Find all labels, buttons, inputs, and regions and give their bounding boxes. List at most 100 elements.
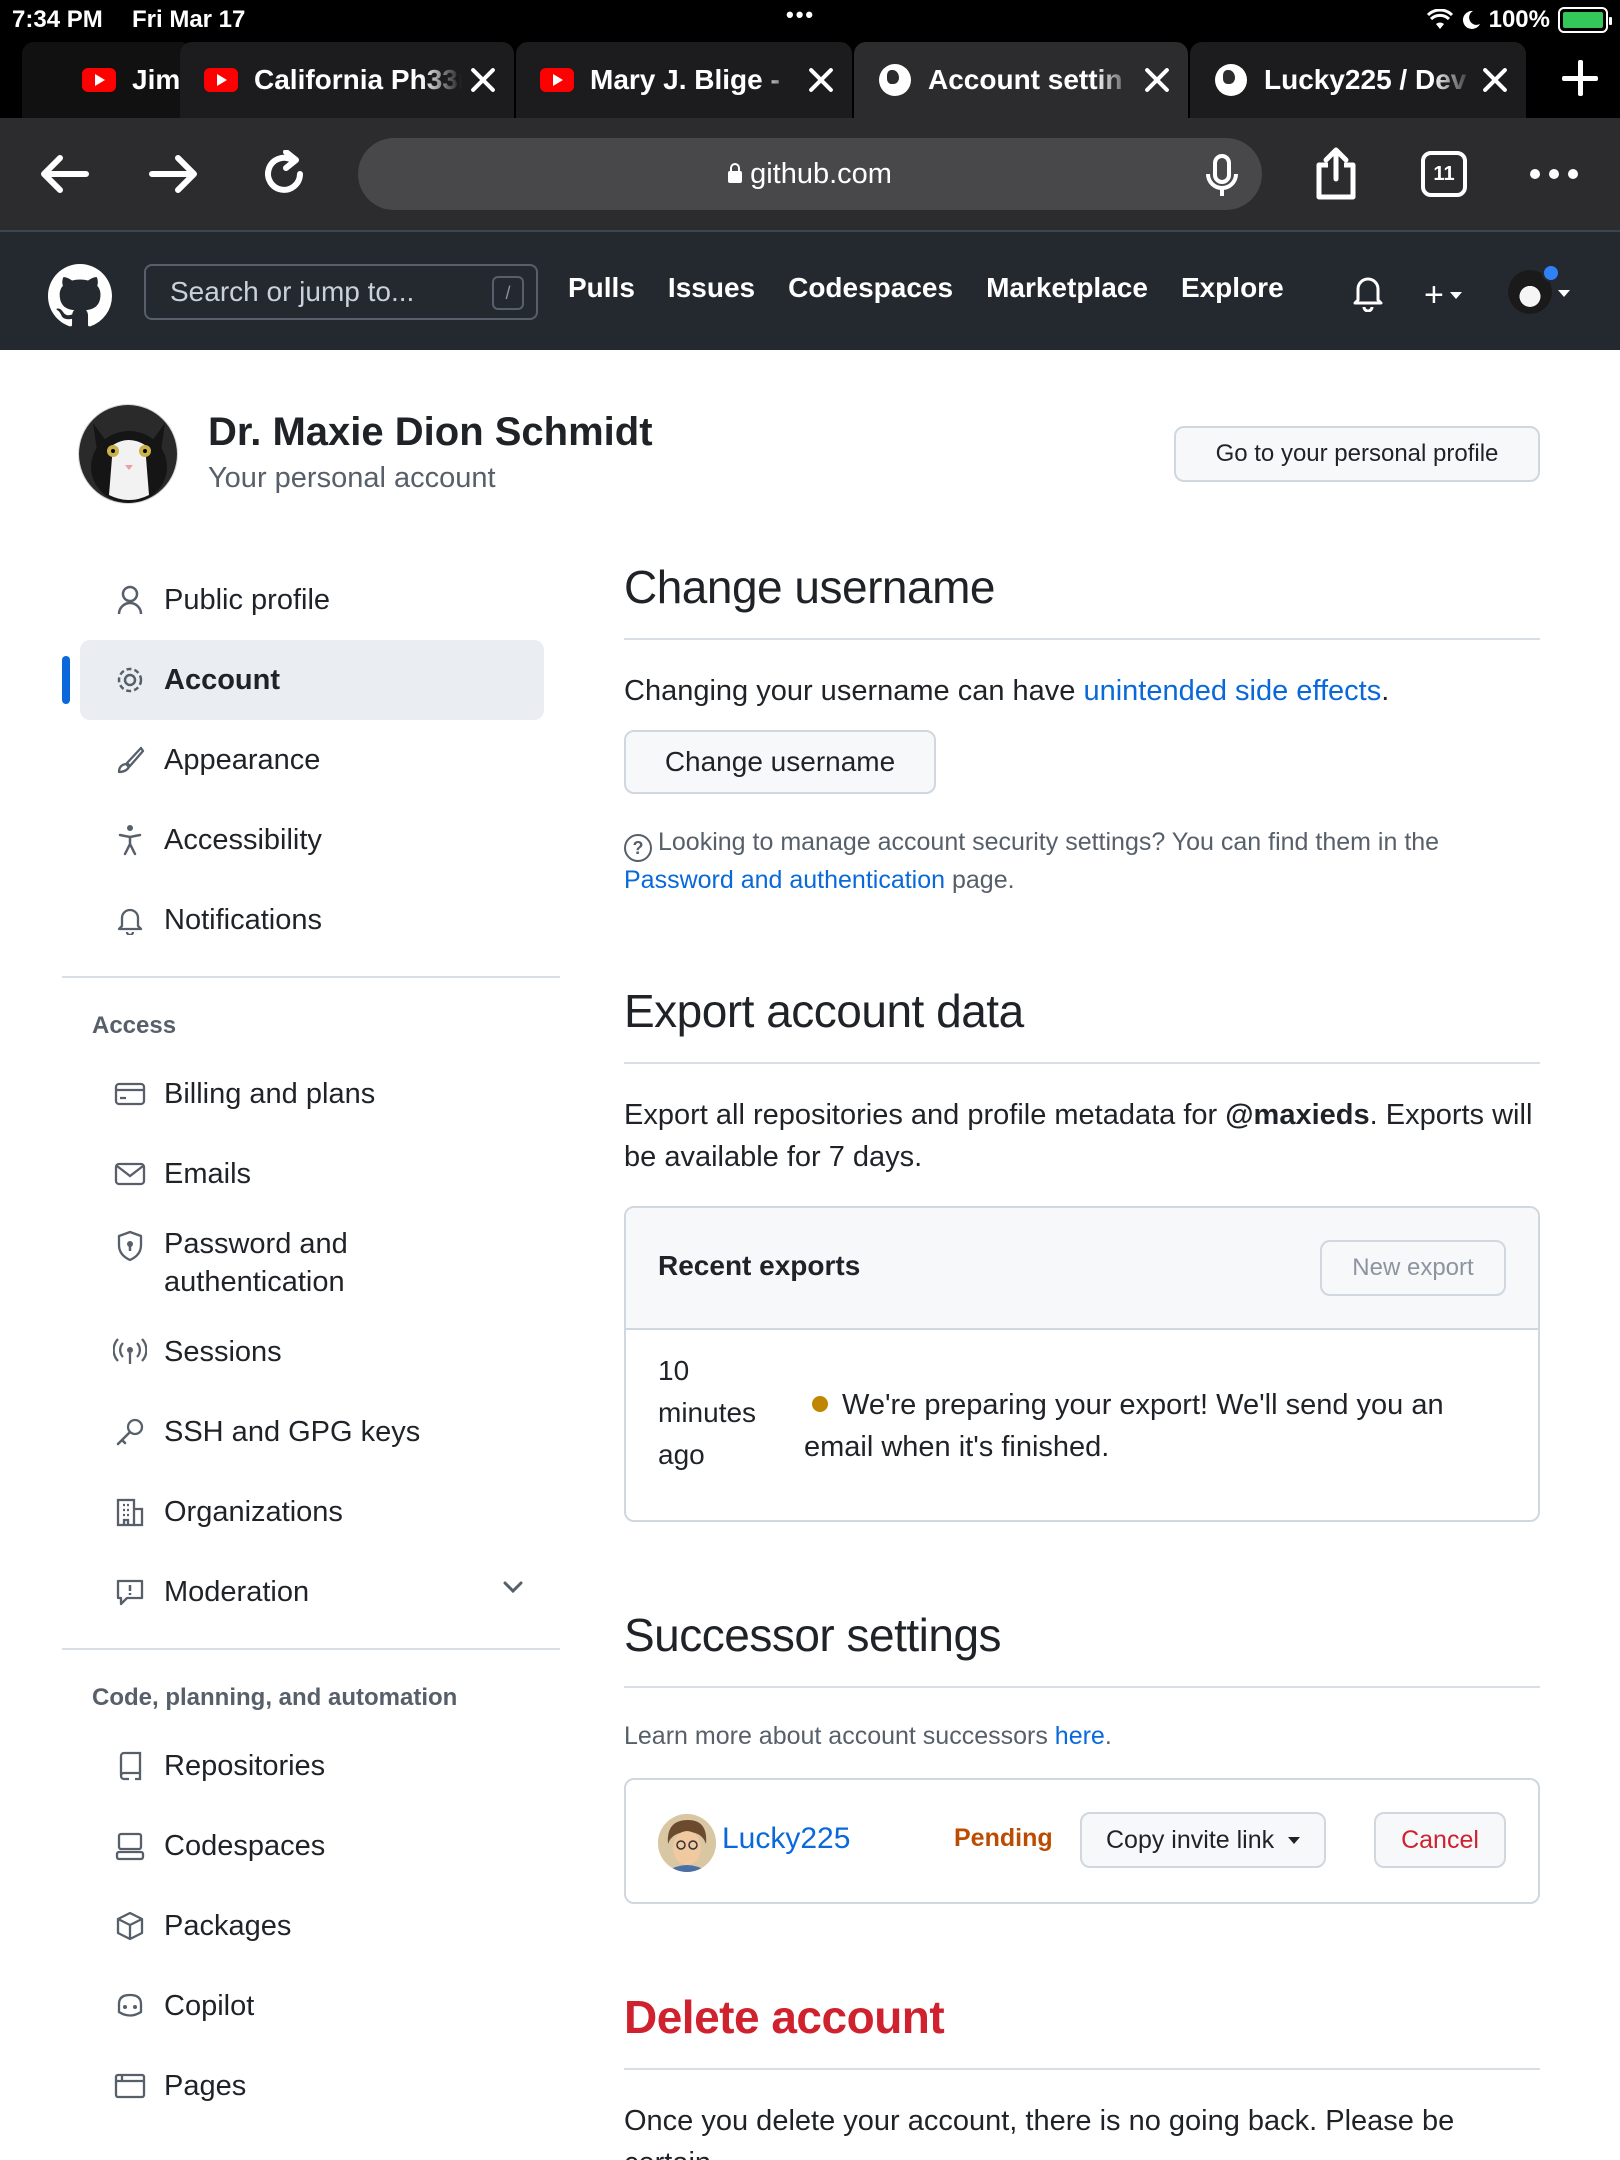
- status-bar: 7:34 PM Fri Mar 17 ••• 100%: [0, 0, 1620, 40]
- battery-percent: 100%: [1488, 6, 1550, 33]
- wifi-icon: [1426, 9, 1453, 29]
- multitasking-dots-icon[interactable]: •••: [786, 2, 815, 28]
- text: .: [1381, 675, 1390, 707]
- sidebar-item-account[interactable]: Account: [62, 640, 544, 720]
- pending-badge: Pending: [954, 1824, 1053, 1852]
- sidebar-item-ssh-gpg[interactable]: SSH and GPG keys: [80, 1392, 544, 1472]
- successor-avatar: [658, 1814, 716, 1872]
- successor-box: Lucky225 Pending Copy invite link Cancel: [624, 1778, 1540, 1904]
- package-icon: [112, 1908, 148, 1944]
- share-icon[interactable]: [1308, 146, 1364, 202]
- credit-card-icon: [112, 1076, 148, 1112]
- chevron-down-icon[interactable]: [1558, 290, 1570, 297]
- browser-tab-active[interactable]: Account settin: [854, 42, 1188, 118]
- new-tab-icon[interactable]: [1558, 56, 1602, 100]
- back-icon[interactable]: [36, 146, 92, 202]
- close-tab-icon[interactable]: [462, 60, 502, 100]
- sidebar-item-codespaces[interactable]: Codespaces: [80, 1806, 544, 1886]
- sidebar-item-password[interactable]: Password and authentication: [80, 1214, 544, 1312]
- organization-icon: [112, 1494, 148, 1530]
- nav-pulls[interactable]: Pulls: [568, 272, 635, 304]
- chevron-down-icon[interactable]: [502, 1580, 524, 1594]
- user-avatar[interactable]: [1508, 264, 1560, 314]
- paintbrush-icon: [112, 742, 148, 778]
- cancel-successor-button[interactable]: Cancel: [1374, 1812, 1506, 1868]
- tab-count: 11: [1421, 151, 1467, 197]
- browser-tab[interactable]: Lucky225 / Dev: [1190, 42, 1526, 118]
- youtube-icon: [540, 68, 574, 92]
- browser-tab[interactable]: California Ph33r: [180, 42, 514, 118]
- shield-lock-icon: [112, 1228, 148, 1264]
- status-time: 7:34 PM: [12, 6, 103, 33]
- sidebar-item-sessions[interactable]: Sessions: [80, 1312, 544, 1392]
- close-tab-icon[interactable]: [1136, 60, 1176, 100]
- successor-username-link[interactable]: Lucky225: [722, 1822, 850, 1856]
- section-title: Successor settings: [624, 1608, 1540, 1688]
- successor-text: Learn more about account successors here…: [624, 1718, 1540, 1754]
- personal-profile-button[interactable]: Go to your personal profile: [1174, 426, 1540, 482]
- address-bar[interactable]: github.com: [358, 138, 1262, 210]
- export-section: Export account data Export all repositor…: [624, 984, 1540, 1522]
- box-title: Recent exports: [658, 1250, 861, 1281]
- sidebar-item-pages[interactable]: Pages: [80, 2046, 544, 2126]
- person-icon: [112, 582, 148, 618]
- tab-label: Mary J. Blige -: [590, 64, 780, 95]
- microphone-icon[interactable]: [1202, 154, 1242, 198]
- key-icon: [112, 1414, 148, 1450]
- status-date: Fri Mar 17: [132, 6, 246, 33]
- forward-icon[interactable]: [146, 146, 202, 202]
- sidebar-item-label: Repositories: [164, 1749, 326, 1782]
- text: We're preparing your export! We'll send …: [804, 1389, 1444, 1463]
- bell-icon[interactable]: [1350, 272, 1386, 312]
- sidebar-item-public-profile[interactable]: Public profile: [80, 560, 544, 640]
- text: page.: [945, 866, 1015, 894]
- close-tab-icon[interactable]: [1474, 60, 1514, 100]
- sidebar-divider: [62, 1648, 560, 1650]
- sidebar-item-accessibility[interactable]: Accessibility: [80, 800, 544, 880]
- password-auth-link[interactable]: Password and authentication: [624, 866, 945, 894]
- more-icon[interactable]: [1526, 146, 1582, 202]
- user-handle: @maxieds: [1225, 1099, 1370, 1131]
- export-text: Export all repositories and profile meta…: [624, 1094, 1540, 1178]
- copy-invite-link-button[interactable]: Copy invite link: [1080, 1812, 1327, 1868]
- pending-dot-icon: [812, 1396, 828, 1412]
- successor-row: Lucky225 Pending Copy invite link Cancel: [626, 1780, 1538, 1902]
- create-new-button[interactable]: +: [1424, 276, 1462, 315]
- youtube-icon: [82, 68, 116, 92]
- nav-explore[interactable]: Explore: [1181, 272, 1284, 304]
- sidebar-item-label: Copilot: [164, 1989, 255, 2022]
- side-effects-link[interactable]: unintended side effects: [1083, 675, 1381, 707]
- sidebar-item-repositories[interactable]: Repositories: [80, 1726, 544, 1806]
- browser-tab[interactable]: Jim: [22, 42, 192, 118]
- export-status: We're preparing your export! We'll send …: [804, 1384, 1504, 1468]
- youtube-icon: [204, 68, 238, 92]
- sidebar-item-label: Organizations: [164, 1495, 343, 1528]
- sidebar-item-label: Billing and plans: [164, 1077, 376, 1110]
- sidebar-item-label: Password and authentication: [164, 1228, 348, 1298]
- close-tab-icon[interactable]: [800, 60, 840, 100]
- sidebar-item-packages[interactable]: Packages: [80, 1886, 544, 1966]
- sidebar-item-notifications[interactable]: Notifications: [80, 880, 544, 960]
- sidebar-item-copilot[interactable]: Copilot: [80, 1966, 544, 2046]
- github-logo-icon[interactable]: [48, 264, 112, 328]
- sidebar-item-appearance[interactable]: Appearance: [80, 720, 544, 800]
- sidebar-item-emails[interactable]: Emails: [80, 1134, 544, 1214]
- sidebar-item-billing[interactable]: Billing and plans: [80, 1054, 544, 1134]
- sidebar-item-moderation[interactable]: Moderation: [80, 1552, 544, 1632]
- sidebar-item-label: Account: [164, 663, 280, 696]
- sidebar-item-organizations[interactable]: Organizations: [80, 1472, 544, 1552]
- moon-icon: [1462, 10, 1480, 29]
- change-username-button[interactable]: Change username: [624, 730, 936, 794]
- tab-overview-button[interactable]: 11: [1416, 146, 1472, 202]
- successor-here-link[interactable]: here: [1055, 1722, 1105, 1750]
- nav-marketplace[interactable]: Marketplace: [986, 272, 1148, 304]
- nav-issues[interactable]: Issues: [668, 272, 755, 304]
- settings-sidebar: Public profile Account Appearance Access…: [62, 560, 560, 2126]
- new-export-button[interactable]: New export: [1320, 1240, 1506, 1296]
- browser-tab[interactable]: Mary J. Blige -: [516, 42, 852, 118]
- sidebar-item-label: Sessions: [164, 1335, 282, 1368]
- nav-codespaces[interactable]: Codespaces: [788, 272, 953, 304]
- reload-icon[interactable]: [256, 146, 312, 202]
- status-dot: [1542, 264, 1560, 282]
- search-input[interactable]: Search or jump to... /: [144, 264, 538, 320]
